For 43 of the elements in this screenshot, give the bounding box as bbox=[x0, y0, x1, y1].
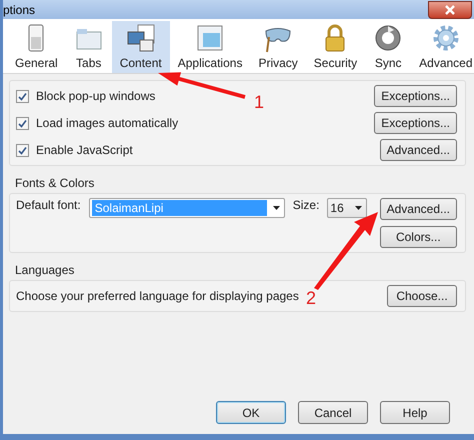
section-title: Languages bbox=[15, 263, 76, 277]
documents-icon bbox=[126, 23, 156, 53]
section-title: Fonts & Colors bbox=[15, 176, 96, 190]
checkbox-label: Load images automatically bbox=[36, 116, 178, 130]
toolbar-tab[interactable]: Security bbox=[306, 21, 366, 73]
toolbar-tab[interactable]: Applications bbox=[170, 21, 250, 73]
window-title: ptions bbox=[3, 2, 36, 16]
checkbox[interactable] bbox=[16, 116, 29, 130]
toolbar-tab[interactable]: Privacy bbox=[250, 21, 306, 73]
checkmark-icon bbox=[18, 118, 27, 128]
window-icon bbox=[195, 23, 226, 53]
toolbar-tab[interactable]: Tabs bbox=[66, 21, 112, 73]
option-button[interactable]: Exceptions... bbox=[374, 112, 457, 134]
sync-icon bbox=[373, 23, 404, 53]
checkbox[interactable] bbox=[16, 90, 29, 102]
font-button[interactable]: Advanced... bbox=[380, 198, 457, 220]
checkmark-icon bbox=[18, 146, 27, 154]
description-text: Choose your preferred language for displaying pages bbox=[16, 289, 299, 303]
dropdown-arrow-icon bbox=[272, 206, 280, 210]
toolbar-tab[interactable]: Sync bbox=[365, 21, 412, 73]
annotation-number: 1 bbox=[254, 92, 264, 113]
choose-button[interactable]: Choose... bbox=[387, 285, 457, 307]
font-button[interactable]: Colors... bbox=[380, 226, 457, 248]
close-icon bbox=[444, 4, 456, 14]
annotation-number: 2 bbox=[306, 288, 316, 309]
field-label: Size: bbox=[292, 198, 320, 212]
dialog-button[interactable]: Help bbox=[380, 401, 450, 424]
size-dropdown[interactable]: 16 bbox=[327, 198, 368, 218]
option-button[interactable]: Exceptions... bbox=[374, 85, 457, 107]
dialog-button[interactable]: OK bbox=[216, 401, 286, 424]
close-button[interactable] bbox=[428, 0, 472, 18]
dropdown-arrow-icon bbox=[355, 206, 362, 210]
toolbar-tab[interactable]: Advanced bbox=[411, 21, 474, 73]
checkbox-label: Enable JavaScript bbox=[36, 143, 133, 157]
toolbar-tab[interactable]: General bbox=[7, 21, 66, 73]
field-label: Default font: bbox=[16, 198, 81, 212]
toolbar-tab[interactable]: Content bbox=[112, 21, 170, 73]
checkbox[interactable] bbox=[16, 144, 29, 156]
checkbox-label: Block pop-up windows bbox=[36, 89, 156, 103]
checkmark-icon bbox=[18, 92, 27, 100]
gear-icon bbox=[430, 23, 461, 53]
dialog-button[interactable]: Cancel bbox=[298, 401, 368, 424]
option-button[interactable]: Advanced... bbox=[380, 139, 457, 161]
